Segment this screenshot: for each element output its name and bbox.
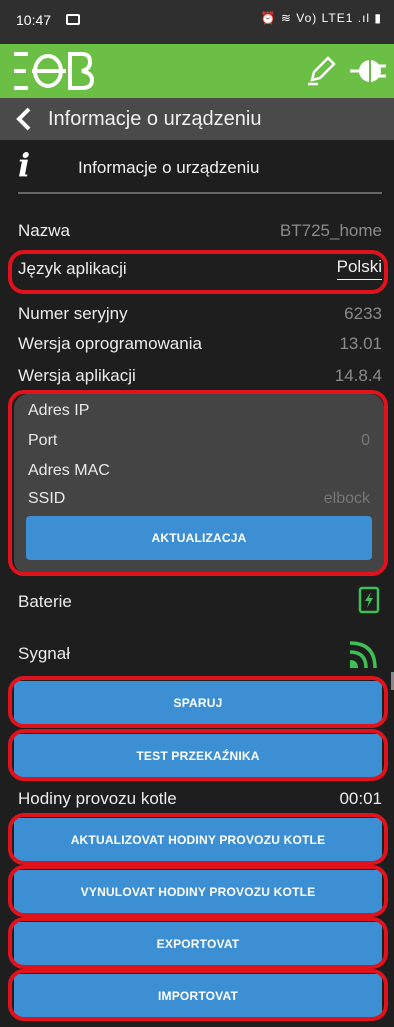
import-button[interactable]: IMPORTOVAT	[14, 974, 382, 1018]
firmware-value: 13.01	[339, 334, 382, 353]
language-select[interactable]: Polski	[336, 257, 382, 280]
hours-label: Hodiny provozu kotle	[18, 789, 177, 808]
port-value: 0	[361, 432, 370, 449]
row-battery: Baterie	[18, 592, 382, 612]
row-firmware: Wersja oprogramowania 13.01	[18, 334, 382, 354]
name-label: Nazwa	[18, 221, 70, 240]
info-icon: i	[18, 146, 31, 184]
title-bar: Informacje o urządzeniu	[0, 98, 394, 140]
status-bar: 10:47 ⏰ ≋ Vo) LTE1 .ıl ▮	[0, 0, 394, 44]
language-label: Język aplikacji	[18, 258, 127, 278]
row-mac: Adres MAC	[28, 462, 370, 480]
edit-icon[interactable]	[306, 56, 336, 91]
status-icons: ⏰ ≋ Vo) LTE1 .ıl ▮	[260, 11, 382, 25]
row-ip: Adres IP	[28, 402, 370, 420]
app-version-label: Wersja aplikacji	[18, 366, 136, 385]
eob-logo	[10, 52, 95, 95]
ssid-label: SSID	[28, 490, 66, 507]
serial-label: Numer seryjny	[18, 304, 128, 323]
row-ssid: SSID elbock	[28, 490, 370, 508]
battery-charging-icon	[358, 586, 380, 619]
row-signal: Sygnał	[18, 644, 382, 664]
page-title: Informacje o urządzeniu	[48, 107, 262, 130]
reset-hours-button[interactable]: VYNULOVAT HODINY PROVOZU KOTLE	[14, 870, 382, 914]
row-serial: Numer seryjny 6233	[18, 304, 382, 324]
battery-label: Baterie	[18, 592, 72, 611]
ssid-value: elbock	[323, 490, 370, 507]
status-time: 10:47	[16, 12, 52, 28]
row-app-version: Wersja aplikacji 14.8.4	[18, 366, 382, 386]
row-language[interactable]: Język aplikacji Polski	[18, 257, 382, 280]
back-icon[interactable]	[14, 107, 34, 131]
relay-test-button[interactable]: TEST PRZEKAŹNIKA	[14, 734, 382, 778]
serial-value: 6233	[344, 304, 382, 323]
firmware-label: Wersja oprogramowania	[18, 334, 202, 353]
row-name: Nazwa BT725_home	[18, 221, 382, 241]
row-hours: Hodiny provozu kotle 00:01	[18, 789, 382, 809]
network-panel: Adres IP Port 0 Adres MAC SSID elbock AK…	[14, 394, 384, 574]
section-header: i Informacje o urządzeniu	[18, 146, 382, 194]
row-port: Port 0	[28, 432, 370, 450]
gallery-icon	[66, 14, 80, 25]
signal-label: Sygnał	[18, 644, 70, 663]
mac-label: Adres MAC	[28, 462, 110, 479]
export-button[interactable]: EXPORTOVAT	[14, 922, 382, 966]
name-value: BT725_home	[279, 221, 382, 240]
port-label: Port	[28, 432, 58, 449]
update-hours-button[interactable]: AKTUALIZOVAT HODINY PROVOZU KOTLE	[14, 818, 382, 862]
signal-icon	[348, 638, 382, 675]
ip-label: Adres IP	[28, 402, 90, 419]
update-button[interactable]: AKTUALIZACJA	[26, 516, 372, 560]
app-bar	[0, 44, 394, 98]
app-version-value: 14.8.4	[334, 366, 382, 385]
section-title: Informacje o urządzeniu	[78, 158, 260, 177]
pair-button[interactable]: SPARUJ	[14, 681, 382, 725]
plug-icon[interactable]	[350, 54, 386, 93]
hours-value: 00:01	[339, 789, 382, 808]
